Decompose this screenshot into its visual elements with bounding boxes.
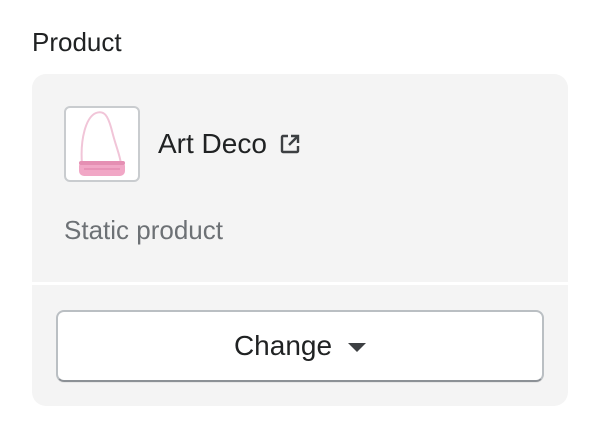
product-name[interactable]: Art Deco [158,127,267,161]
product-type-label: Static product [64,215,223,245]
caret-down-icon [348,342,367,352]
product-card: Art Deco Static product Change [32,74,568,406]
handbag-icon [79,111,125,176]
external-link-icon[interactable] [279,133,301,155]
product-thumbnail [64,106,140,182]
change-button[interactable]: Change [56,310,544,382]
change-button-label: Change [233,330,333,361]
card-divider [32,282,568,285]
section-title: Product [32,27,122,57]
product-row: Art Deco [64,106,301,182]
